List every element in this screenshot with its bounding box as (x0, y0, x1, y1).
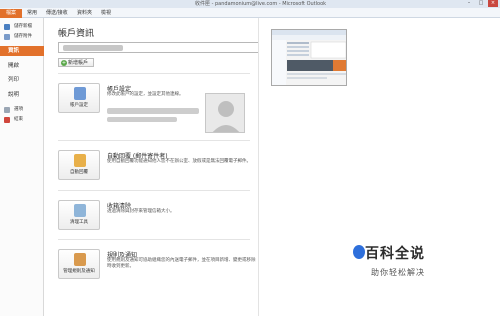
plus-icon: + (61, 60, 67, 66)
paw-logo-icon (353, 245, 365, 259)
close-button[interactable]: × (488, 0, 498, 7)
manage-rules-button-label: 管理規則及通知 (63, 269, 95, 274)
section-description: 使用自動回覆功能通知他人您不在辦公室、放假或是無法回覆電子郵件。 (107, 159, 251, 164)
person-silhouette-icon (212, 101, 240, 132)
rules-icon (74, 253, 86, 266)
redacted-text (107, 108, 199, 114)
nav-options-label: 選項 (14, 107, 23, 112)
redacted-text (107, 117, 177, 122)
window-controls: – □ × (464, 0, 498, 8)
avatar[interactable] (205, 93, 245, 133)
auto-reply-button[interactable]: 自動回覆 (58, 150, 100, 180)
cleanup-tools-icon (74, 204, 86, 217)
tab-folder[interactable]: 資料夾 (77, 9, 92, 18)
section-description: 透過清除與封存來管理信箱大小。 (107, 209, 175, 214)
tab-send-receive[interactable]: 傳送/接收 (46, 9, 68, 18)
save-icon (4, 24, 10, 30)
nav-help[interactable]: 說明 (0, 90, 44, 100)
nav-options[interactable]: 選項 (0, 105, 44, 115)
options-icon (4, 107, 10, 113)
title-bar: 收件匣 - pandamonium@live.com - Microsoft O… (0, 0, 500, 8)
account-info-panel: 帳戶資訊 ▾ + 新增帳戶 帳戶設定 帳戶設定 修改此帳戶的設定，並設定其他連線… (45, 18, 294, 316)
minimize-button[interactable]: – (464, 0, 474, 7)
account-settings-button-label: 帳戶設定 (70, 103, 88, 108)
nav-open[interactable]: 開啟 (0, 61, 44, 71)
divider (58, 140, 250, 141)
nav-print[interactable]: 列印 (0, 75, 44, 85)
nav-save-attachments[interactable]: 儲存附件 (0, 32, 44, 42)
divider (58, 239, 250, 240)
tab-view[interactable]: 檢視 (101, 9, 111, 18)
outlook-window-thumbnail (271, 29, 347, 86)
watermark-subtitle: 助你轻松解决 (371, 268, 425, 277)
add-account-label: 新增帳戶 (68, 60, 89, 66)
account-name-redacted (63, 45, 123, 51)
nav-exit-label: 結束 (14, 117, 23, 122)
add-account-button[interactable]: + 新增帳戶 (58, 58, 94, 67)
section-description: 使用規則及通知可協助組織您的內送電子郵件，並在項目新增、變更或移除時收到更新。 (107, 258, 256, 269)
nav-save-attachments-label: 儲存附件 (14, 34, 32, 39)
window-title: 收件匣 - pandamonium@live.com - Microsoft O… (195, 1, 327, 7)
cleanup-tools-button[interactable]: 清理工具 (58, 200, 100, 230)
page-title: 帳戶資訊 (58, 29, 95, 39)
backstage-nav: 儲存新檔 儲存附件 資訊 開啟 列印 說明 選項 結束 (0, 18, 44, 316)
account-settings-icon (74, 87, 86, 100)
manage-rules-button[interactable]: 管理規則及通知 (58, 249, 100, 279)
nav-save-as[interactable]: 儲存新檔 (0, 22, 44, 32)
tab-file[interactable]: 檔案 (0, 9, 22, 18)
section-description: 修改此帳戶的設定，並設定其他連線。 (107, 92, 184, 97)
maximize-button[interactable]: □ (476, 0, 486, 7)
thumbnail-image (272, 30, 346, 85)
divider (58, 73, 250, 74)
auto-reply-icon (74, 154, 86, 167)
attachment-icon (4, 34, 10, 40)
exit-icon (4, 117, 10, 123)
ribbon-tabs: 檔案 常用 傳送/接收 資料夾 檢視 (0, 8, 500, 18)
nav-info[interactable]: 資訊 (0, 46, 44, 56)
account-settings-button[interactable]: 帳戶設定 (58, 83, 100, 113)
cleanup-tools-button-label: 清理工具 (70, 220, 88, 225)
auto-reply-button-label: 自動回覆 (70, 170, 88, 175)
tab-home[interactable]: 常用 (27, 9, 37, 18)
nav-save-as-label: 儲存新檔 (14, 24, 32, 29)
nav-exit[interactable]: 結束 (0, 115, 44, 125)
watermark-title: 百科全说 (365, 246, 425, 262)
divider (58, 190, 250, 191)
